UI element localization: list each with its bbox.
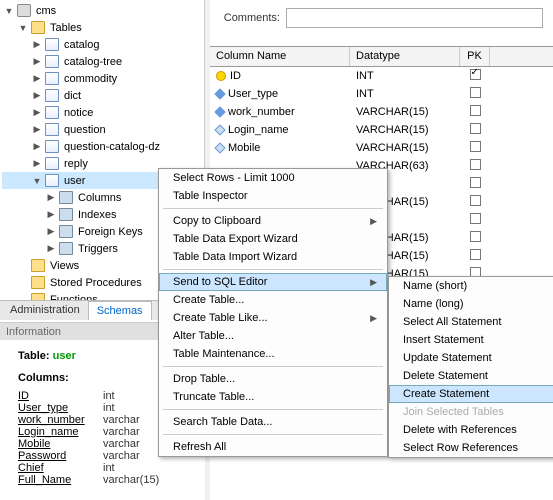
tree-tables-folder[interactable]: ▼Tables [2,19,204,36]
grid-header-datatype[interactable]: Datatype [350,47,460,66]
tree-table-catalog[interactable]: ▶catalog [2,36,204,53]
pk-checkbox[interactable] [470,159,481,170]
menu-item[interactable]: Create Table... [159,291,387,309]
menu-item[interactable]: Search Table Data... [159,413,387,431]
selected-table-name: user [53,350,76,362]
pk-checkbox[interactable] [470,195,481,206]
pk-checkbox[interactable] [470,231,481,242]
table-icon [45,55,59,68]
pk-checkbox[interactable] [470,105,481,116]
table-icon [45,106,59,119]
grid-row[interactable]: MobileVARCHAR(15) [210,139,553,157]
menu-item[interactable]: Name (long) [389,295,553,313]
context-menu-sql: Name (short)Name (long)Select All Statem… [388,276,553,458]
context-menu-table: Select Rows - Limit 1000Table Inspector C… [158,168,388,457]
info-col-row: Full_Namevarchar(15) [18,474,195,486]
table-icon [45,174,59,187]
menu-item[interactable]: Copy to Clipboard▶ [159,212,387,230]
comments-input[interactable] [286,8,543,28]
diamond-icon [214,142,225,153]
comments-label: Comments: [220,12,280,24]
menu-item[interactable]: Table Maintenance... [159,345,387,363]
submenu-arrow-icon: ▶ [370,277,377,288]
menu-item[interactable]: Table Data Export Wizard [159,230,387,248]
folder-icon [59,191,73,204]
tree-table-dict[interactable]: ▶dict [2,87,204,104]
folder-icon [59,225,73,238]
menu-item[interactable]: Refresh All [159,438,387,456]
submenu-arrow-icon: ▶ [370,216,377,227]
pk-checkbox[interactable] [470,249,481,260]
table-icon [45,72,59,85]
menu-item[interactable]: Name (short) [389,277,553,295]
pk-checkbox[interactable] [470,87,481,98]
grid-header-column[interactable]: Column Name [210,47,350,66]
tree-table-question-catalog-dz[interactable]: ▶question-catalog-dz [2,138,204,155]
pk-checkbox[interactable] [470,213,481,224]
folder-icon [31,259,45,272]
table-icon [45,38,59,51]
table-icon [45,157,59,170]
menu-item: Join Selected Tables [389,403,553,421]
menu-item[interactable]: Select Row References [389,439,553,457]
tree-table-catalog-tree[interactable]: ▶catalog-tree [2,53,204,70]
info-col-row: Chiefint [18,462,195,474]
tree-table-question[interactable]: ▶question [2,121,204,138]
menu-item[interactable]: Delete with References [389,421,553,439]
folder-icon [31,21,45,34]
menu-item[interactable]: Table Inspector [159,187,387,205]
database-icon [17,4,31,17]
grid-row[interactable]: Login_nameVARCHAR(15) [210,121,553,139]
folder-icon [31,276,45,289]
diamond-icon [214,106,225,117]
grid-header-pk[interactable]: PK [460,47,490,66]
menu-item[interactable]: Send to SQL Editor▶ [159,273,387,291]
menu-item[interactable]: Update Statement [389,349,553,367]
pk-checkbox[interactable] [470,177,481,188]
table-icon [45,89,59,102]
menu-item[interactable]: Insert Statement [389,331,553,349]
menu-item[interactable]: Alter Table... [159,327,387,345]
tree-table-notice[interactable]: ▶notice [2,104,204,121]
pk-checkbox[interactable] [470,141,481,152]
grid-row[interactable]: IDINT [210,67,553,85]
menu-item[interactable]: Truncate Table... [159,388,387,406]
key-icon [216,71,226,81]
tab-admin[interactable]: Administration [2,301,88,320]
menu-item[interactable]: Delete Statement [389,367,553,385]
diamond-icon [214,124,225,135]
diamond-icon [214,88,225,99]
folder-icon [59,242,73,255]
folder-icon [59,208,73,221]
pk-checkbox[interactable] [470,123,481,134]
table-icon [45,123,59,136]
menu-item[interactable]: Create Table Like...▶ [159,309,387,327]
tree-db[interactable]: ▼cms [2,2,204,19]
tree-table-commodity[interactable]: ▶commodity [2,70,204,87]
submenu-arrow-icon: ▶ [370,313,377,324]
table-icon [45,140,59,153]
menu-item[interactable]: Table Data Import Wizard [159,248,387,266]
menu-item[interactable]: Create Statement [389,385,553,403]
grid-row[interactable]: User_typeINT [210,85,553,103]
tab-schemas[interactable]: Schemas [88,301,152,320]
menu-item[interactable]: Drop Table... [159,370,387,388]
menu-item[interactable]: Select Rows - Limit 1000 [159,169,387,187]
pk-checkbox[interactable] [470,69,481,80]
menu-item[interactable]: Select All Statement [389,313,553,331]
grid-row[interactable]: work_numberVARCHAR(15) [210,103,553,121]
